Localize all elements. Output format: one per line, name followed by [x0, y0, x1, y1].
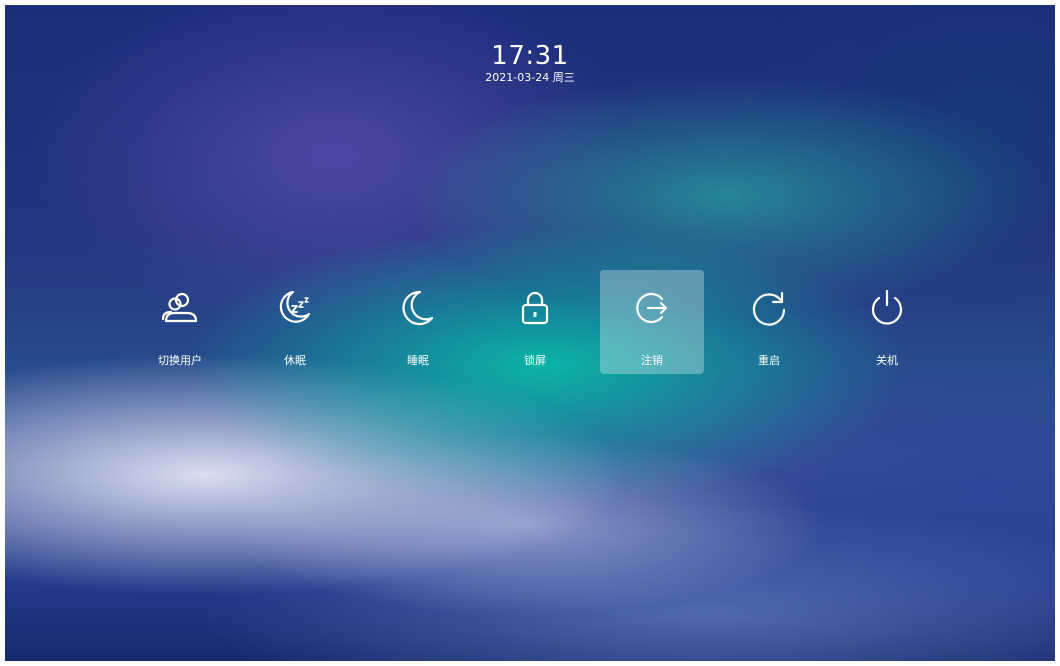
hibernate-label: 休眠 [284, 354, 306, 367]
restart-icon [749, 288, 789, 328]
power-off-label: 关机 [876, 354, 898, 367]
sleep-label: 睡眠 [407, 354, 429, 367]
clock-date: 2021-03-24 周三 [485, 71, 575, 84]
power-icon [867, 288, 907, 328]
switch-user-label: 切换用户 [158, 354, 202, 367]
shutdown-screen: 17:31 2021-03-24 周三 切换用户 休眠 睡眠 锁屏 注销 重启 … [5, 5, 1055, 661]
clock: 17:31 2021-03-24 周三 [5, 41, 1055, 85]
logout-label: 注销 [641, 354, 663, 367]
restart-button[interactable]: 重启 [717, 270, 821, 374]
hibernate-icon [275, 288, 315, 328]
logout-button[interactable]: 注销 [600, 270, 704, 374]
power-actions: 切换用户 休眠 睡眠 锁屏 注销 重启 关机 [5, 270, 1055, 374]
power-off-button[interactable]: 关机 [835, 270, 939, 374]
lock-icon [515, 288, 555, 328]
sleep-button[interactable]: 睡眠 [366, 270, 470, 374]
switch-user-icon [160, 288, 200, 328]
logout-icon [632, 288, 672, 328]
hibernate-button[interactable]: 休眠 [243, 270, 347, 374]
switch-user-button[interactable]: 切换用户 [128, 270, 232, 374]
clock-time: 17:31 [491, 41, 569, 71]
sleep-moon-icon [398, 288, 438, 328]
lock-screen-label: 锁屏 [524, 354, 546, 367]
lock-screen-button[interactable]: 锁屏 [483, 270, 587, 374]
restart-label: 重启 [758, 354, 780, 367]
